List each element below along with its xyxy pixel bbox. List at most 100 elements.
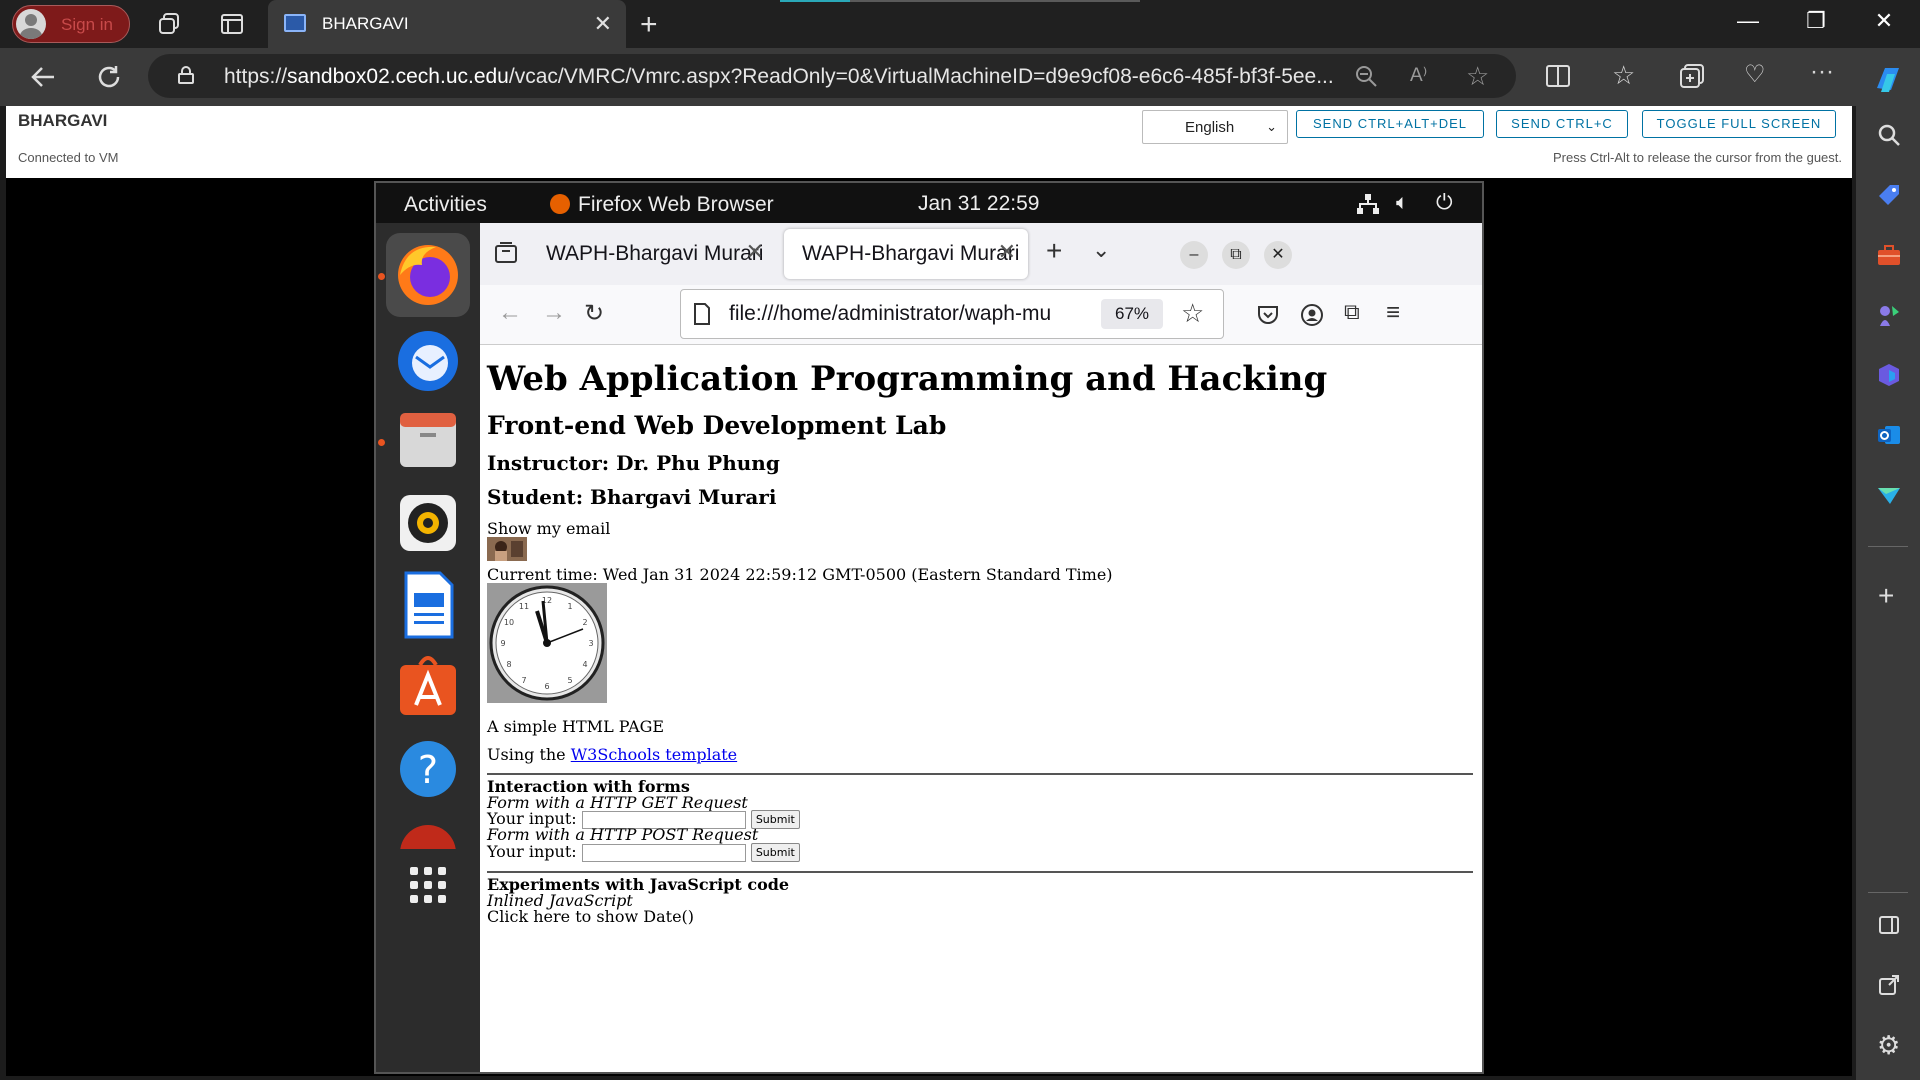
- dock-help[interactable]: ?: [386, 727, 470, 811]
- post-input-field[interactable]: [581, 843, 746, 862]
- firefox-tab-1[interactable]: WAPH-Bhargavi Murari ✕: [528, 229, 776, 279]
- collections-icon[interactable]: [1678, 62, 1706, 90]
- favorites-icon[interactable]: ☆: [1612, 60, 1635, 91]
- language-select[interactable]: English ⌄: [1142, 110, 1288, 144]
- search-icon[interactable]: [1876, 122, 1902, 148]
- dock-rhythmbox[interactable]: [386, 481, 470, 565]
- dock-software-center[interactable]: [386, 645, 470, 729]
- minimize-window-icon[interactable]: —: [1728, 8, 1768, 34]
- show-applications-button[interactable]: [386, 843, 470, 927]
- dock-libreoffice-writer[interactable]: [386, 563, 470, 647]
- show-date-trigger[interactable]: Click here to show Date(): [487, 907, 694, 926]
- lock-icon[interactable]: [178, 66, 194, 84]
- reload-icon[interactable]: ↻: [584, 299, 604, 328]
- sidebar-divider-bottom: [1868, 892, 1908, 893]
- close-tab-icon[interactable]: ✕: [998, 239, 1016, 265]
- forward-icon[interactable]: →: [542, 299, 566, 327]
- firefox-small-icon: [550, 194, 570, 214]
- pocket-icon[interactable]: [1256, 303, 1280, 327]
- outlook-icon[interactable]: [1876, 422, 1902, 448]
- bookmark-star-icon[interactable]: ☆: [1181, 298, 1204, 329]
- show-email-toggle[interactable]: Show my email: [487, 519, 610, 538]
- microsoft-365-icon[interactable]: [1876, 362, 1902, 388]
- zoom-level-badge[interactable]: 67%: [1101, 299, 1163, 329]
- new-tab-icon[interactable]: +: [1046, 235, 1062, 267]
- split-screen-icon[interactable]: [1544, 62, 1572, 90]
- zoom-out-icon[interactable]: [1354, 64, 1378, 88]
- send-ctrl-alt-del-button[interactable]: SEND CTRL+ALT+DEL: [1296, 110, 1484, 138]
- new-tab-button[interactable]: +: [640, 8, 658, 42]
- account-icon[interactable]: [1300, 303, 1324, 327]
- favorite-star-icon[interactable]: ☆: [1466, 61, 1489, 92]
- svg-text:8: 8: [506, 660, 511, 669]
- settings-gear-icon[interactable]: ⚙: [1877, 1030, 1903, 1060]
- edge-sidebar: + ⚙: [1856, 68, 1920, 1080]
- close-tab-icon[interactable]: ✕: [594, 11, 612, 37]
- dock-files[interactable]: [386, 399, 470, 483]
- tools-briefcase-icon[interactable]: [1876, 242, 1902, 268]
- close-window-icon[interactable]: ✕: [1864, 8, 1904, 34]
- svg-text:10: 10: [504, 618, 514, 627]
- back-icon[interactable]: [28, 62, 58, 92]
- games-icon[interactable]: [1876, 302, 1902, 328]
- w3schools-template-link[interactable]: W3Schools template: [571, 745, 737, 764]
- firefox-url-bar[interactable]: file:///home/administrator/waph-mu 67% ☆: [680, 289, 1224, 339]
- app-grid-icon: [410, 867, 446, 903]
- more-options-icon[interactable]: ···: [1810, 58, 1834, 86]
- sign-in-label: Sign in: [61, 15, 113, 34]
- copilot-icon[interactable]: [1871, 62, 1905, 96]
- post-submit-button[interactable]: Submit: [750, 843, 800, 862]
- close-tab-icon[interactable]: ✕: [746, 239, 764, 265]
- browser-essentials-icon[interactable]: ♡: [1744, 60, 1766, 89]
- close-window-icon[interactable]: ✕: [1264, 241, 1292, 269]
- dock-thunderbird[interactable]: [386, 317, 470, 401]
- list-tabs-chevron-icon[interactable]: ⌄: [1092, 237, 1110, 263]
- send-telegram-icon[interactable]: [1876, 482, 1902, 508]
- edge-tab-title: BHARGAVI: [322, 14, 409, 33]
- thunderbird-icon: [398, 331, 458, 391]
- svg-text:2: 2: [582, 618, 587, 627]
- url-text[interactable]: file:///home/administrator/waph-mu: [729, 302, 1059, 326]
- activities-button[interactable]: Activities: [404, 193, 487, 217]
- network-icon[interactable]: [1356, 193, 1380, 215]
- workspaces-icon[interactable]: [156, 10, 184, 38]
- vm-connection-status: Connected to VM: [18, 150, 119, 165]
- instructor-heading: Instructor: Dr. Phu Phung: [487, 451, 780, 475]
- firefox-nav-bar: ← → ↻ file:///home/administrator/waph-mu…: [480, 285, 1482, 345]
- minimize-icon[interactable]: –: [1180, 241, 1208, 269]
- hide-sidebar-icon[interactable]: [1878, 914, 1900, 936]
- guest-desktop[interactable]: Activities Firefox Web Browser Jan 31 22…: [374, 181, 1484, 1074]
- dock-firefox[interactable]: [386, 233, 470, 317]
- hamburger-menu-icon[interactable]: ≡: [1386, 299, 1400, 327]
- shopping-tag-icon[interactable]: [1876, 182, 1902, 208]
- refresh-icon[interactable]: [94, 62, 124, 92]
- add-sidebar-app-icon[interactable]: +: [1878, 580, 1904, 611]
- open-external-icon[interactable]: [1878, 974, 1900, 996]
- analog-clock-image: 12123 4567 891011: [487, 583, 607, 703]
- app-menu[interactable]: Firefox Web Browser: [550, 193, 774, 217]
- maximize-icon[interactable]: ⧉: [1222, 241, 1250, 269]
- toggle-full-screen-button[interactable]: TOGGLE FULL SCREEN: [1642, 110, 1836, 138]
- read-aloud-icon[interactable]: A⁾: [1410, 64, 1427, 87]
- volume-icon[interactable]: 🔈︎: [1396, 191, 1409, 215]
- svg-text:7: 7: [521, 676, 526, 685]
- clock[interactable]: Jan 31 22:59: [918, 192, 1039, 216]
- restore-window-icon[interactable]: ❐: [1796, 8, 1836, 34]
- address-bar[interactable]: https://sandbox02.cech.uc.edu/vcac/VMRC/…: [148, 54, 1516, 98]
- sign-in-button[interactable]: Sign in: [12, 5, 130, 43]
- tab-overview-icon[interactable]: [494, 241, 518, 265]
- vertical-tabs-icon[interactable]: [218, 10, 246, 38]
- power-icon[interactable]: ⏻: [1436, 191, 1453, 215]
- cursor-release-hint: Press Ctrl-Alt to release the cursor fro…: [1553, 150, 1842, 165]
- firefox-tab-2[interactable]: WAPH-Bhargavi Murari ✕: [784, 229, 1028, 279]
- send-ctrl-c-button[interactable]: SEND CTRL+C: [1496, 110, 1628, 138]
- firefox-window: WAPH-Bhargavi Murari ✕ WAPH-Bhargavi Mur…: [480, 223, 1482, 1072]
- svg-text:5: 5: [567, 676, 572, 685]
- back-icon[interactable]: ←: [498, 299, 522, 327]
- address-url[interactable]: https://sandbox02.cech.uc.edu/vcac/VMRC/…: [224, 65, 1334, 89]
- page-file-icon[interactable]: [693, 303, 711, 325]
- edge-tab-bhargavi[interactable]: BHARGAVI ✕: [268, 0, 626, 48]
- using-template-text: Using the W3Schools template: [487, 745, 738, 764]
- app-store-icon: [400, 656, 456, 715]
- extensions-icon[interactable]: ⧉: [1344, 299, 1360, 325]
